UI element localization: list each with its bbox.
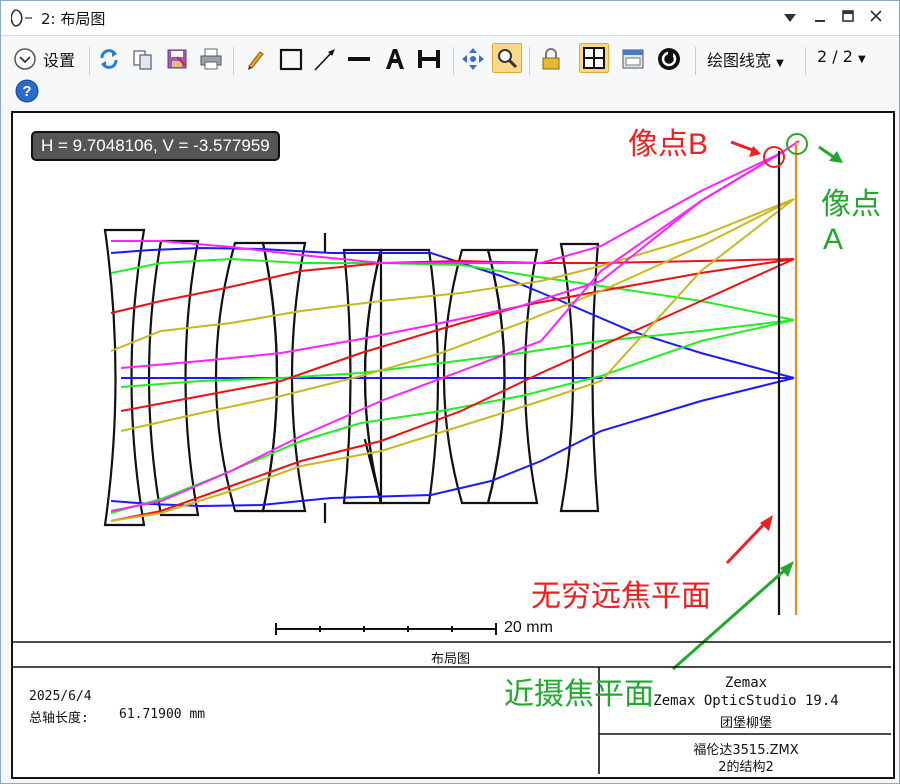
ray-green-2 <box>120 319 795 388</box>
ray-magenta-1 <box>111 152 782 264</box>
lens-element-6b <box>363 249 383 504</box>
scale-bar <box>275 623 497 635</box>
layout-window: 2: 布局图 设置 绘图线宽 ▼ 2 / 2 ▼ ? H = 9.7048106… <box>0 0 900 784</box>
plot-caption: 布局图 <box>431 652 471 667</box>
ray-olive-2 <box>120 198 795 432</box>
footer-date: 2025/6/4 <box>29 689 92 704</box>
ray-red-3 <box>110 258 795 522</box>
total-length-value: 61.71900 mm <box>119 707 206 722</box>
annotation-infinity-focus-plane: 无穷远焦平面 <box>531 580 711 613</box>
annotation-image-point-a-line1: 像点 <box>821 188 881 221</box>
ray-blue-1 <box>110 246 795 379</box>
brand-name: Zemax <box>724 675 768 691</box>
ray-blue-3 <box>110 377 795 508</box>
arrow-to-point-a <box>818 145 836 160</box>
coordinate-readout: H = 9.7048106, V = -3.577959 <box>31 131 280 161</box>
organization: 团堡柳堡 <box>719 716 772 731</box>
scale-bar-label: 20 mm <box>504 619 553 636</box>
arrow-to-infinity-plane <box>725 520 768 565</box>
ray-fans <box>110 140 800 522</box>
arrow-to-point-b <box>730 140 756 153</box>
annotation-image-point-b: 像点B <box>628 128 709 161</box>
lens-element-6 <box>363 248 440 505</box>
configuration-label: 2的结构2 <box>718 760 774 775</box>
product-name: Zemax OpticStudio 19.4 <box>653 693 839 709</box>
total-length-label: 总轴长度: <box>29 711 89 726</box>
annotation-image-point-a-line2: A <box>823 223 844 256</box>
ray-red-2 <box>120 258 795 412</box>
